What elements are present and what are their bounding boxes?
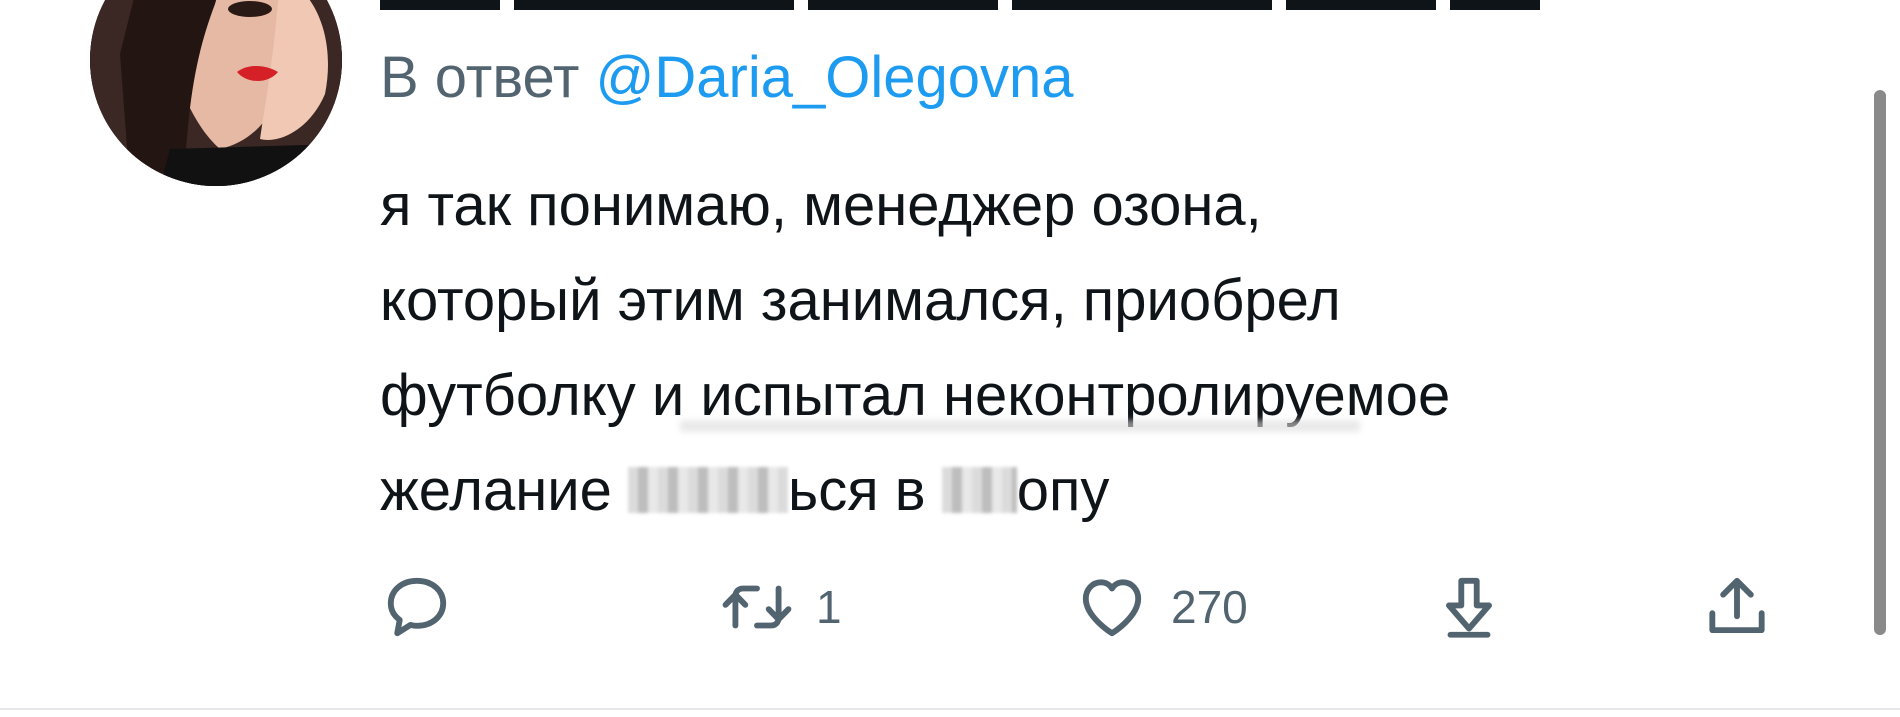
reply-prefix: В ответ bbox=[380, 45, 580, 110]
avatar[interactable] bbox=[90, 0, 342, 186]
tweet-divider bbox=[0, 708, 1900, 710]
bookmark-button[interactable] bbox=[1432, 562, 1506, 652]
share-button[interactable] bbox=[1700, 562, 1774, 652]
reply-button[interactable] bbox=[380, 562, 454, 652]
download-icon bbox=[1446, 577, 1492, 638]
avatar-photo bbox=[90, 0, 342, 186]
share-icon bbox=[1709, 577, 1765, 634]
like-button[interactable]: 270 bbox=[1075, 562, 1248, 652]
retweet-button[interactable]: 1 bbox=[720, 562, 842, 652]
tweet-actions: 1 270 bbox=[380, 562, 1800, 652]
reply-context: В ответ @Daria_Olegovna bbox=[380, 44, 1074, 112]
retweet-icon bbox=[722, 585, 792, 629]
retweet-count: 1 bbox=[816, 581, 842, 633]
censored-blur bbox=[628, 466, 789, 513]
tweet-text-line-4: желание ься в опу bbox=[380, 458, 1110, 523]
author-line-cut-off bbox=[380, 0, 1680, 10]
reply-icon bbox=[387, 577, 447, 637]
tweet-text-line-2: который этим занимался, приобрел bbox=[380, 268, 1341, 333]
tweet-text: я так понимаю, менеджер озона, который э… bbox=[380, 158, 1800, 538]
censored-blur bbox=[941, 466, 1017, 513]
blur-artifact bbox=[680, 420, 1360, 432]
reply-handle-link[interactable]: @Daria_Olegovna bbox=[596, 45, 1074, 110]
tweet-text-line-1: я так понимаю, менеджер озона, bbox=[380, 173, 1262, 238]
like-count: 270 bbox=[1171, 581, 1248, 633]
scrollbar-thumb[interactable] bbox=[1874, 90, 1886, 635]
heart-icon bbox=[1082, 579, 1142, 637]
